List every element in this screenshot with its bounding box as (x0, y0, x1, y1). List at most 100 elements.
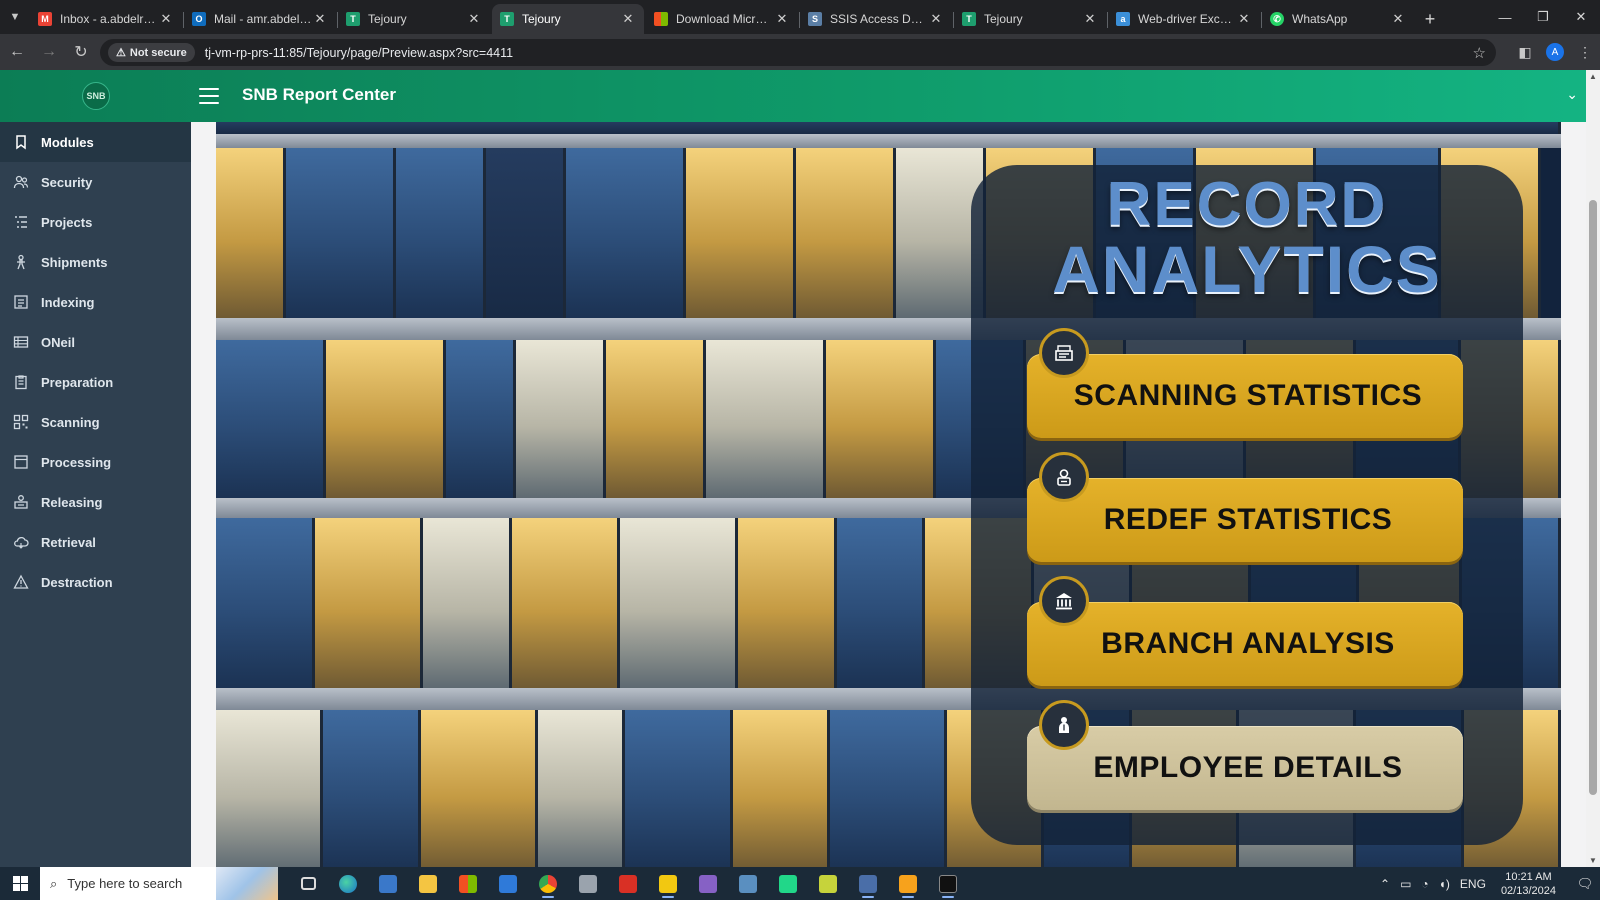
sidebar-item-label: Retrieval (41, 534, 96, 550)
close-tab-icon[interactable]: ✕ (774, 11, 790, 27)
sql-server-icon[interactable] (848, 867, 888, 900)
scroll-down-icon[interactable]: ▼ (1586, 856, 1600, 865)
address-bar[interactable]: ⚠ Not secure tj-vm-rp-prs-11:85/Tejoury/… (100, 39, 1496, 66)
new-tab-button[interactable]: + (1416, 4, 1444, 34)
close-tab-icon[interactable]: ✕ (1390, 11, 1406, 27)
back-icon[interactable]: ← (2, 37, 32, 67)
employee-details-button[interactable]: EMPLOYEE DETAILS (1027, 700, 1463, 810)
terminal-icon[interactable] (928, 867, 968, 900)
scrollbar-thumb[interactable] (1589, 200, 1597, 795)
page-scrollbar[interactable]: ▲ ▼ (1586, 70, 1600, 867)
windows-taskbar: ⌕ Type here to search ⌃ ▭ ◔ ◖) ENG 10:21… (0, 867, 1600, 900)
wifi-icon[interactable]: ◔ (1421, 877, 1428, 891)
network-icon[interactable]: ▭ (1400, 877, 1411, 891)
button-label: EMPLOYEE DETAILS (1093, 751, 1403, 784)
snipping-tool-icon[interactable] (888, 867, 928, 900)
sidebar-item-label: Shipments (41, 254, 108, 270)
sidebar-item-label: Security (41, 174, 93, 190)
browser-tab-tejoury-1[interactable]: T Tejoury ✕ (338, 4, 490, 34)
clock-date: 02/13/2024 (1500, 884, 1556, 897)
edge-icon[interactable] (328, 867, 368, 900)
close-tab-icon[interactable]: ✕ (312, 11, 328, 27)
sidebar-item-oneil[interactable]: ONeil (0, 322, 191, 362)
title-line-2: ANALYTICS (1052, 232, 1442, 307)
volume-icon[interactable]: ◖) (1439, 877, 1450, 891)
close-window-icon[interactable]: ✕ (1562, 0, 1600, 34)
sidebar-item-indexing[interactable]: Indexing (0, 282, 191, 322)
sidebar-item-projects[interactable]: Projects (0, 202, 191, 242)
browser-tab-mail[interactable]: O Mail - amr.abdelrahm ✕ (184, 4, 338, 34)
acrobat-icon[interactable] (608, 867, 648, 900)
sidebar: Modules Security Projects Shipments Inde… (0, 122, 191, 867)
button-label: BRANCH ANALYSIS (1101, 627, 1395, 660)
scroll-up-icon[interactable]: ▲ (1586, 72, 1600, 81)
gmail-icon: M (38, 12, 52, 26)
branch-analysis-button[interactable]: BRANCH ANALYSIS (1027, 576, 1463, 686)
browser-tab-web-driver[interactable]: a Web-driver Exception ✕ (1108, 4, 1262, 34)
redef-statistics-button[interactable]: REDEF STATISTICS (1027, 452, 1463, 562)
sidebar-item-scanning[interactable]: Scanning (0, 402, 191, 442)
language-indicator[interactable]: ENG (1460, 877, 1486, 891)
reload-icon[interactable]: ↻ (66, 37, 96, 67)
package-icon[interactable] (568, 867, 608, 900)
table-icon (12, 333, 30, 351)
sidebar-item-shipments[interactable]: Shipments (0, 242, 191, 282)
forward-icon[interactable]: → (34, 37, 64, 67)
scanning-statistics-button[interactable]: SCANNING STATISTICS (1027, 328, 1463, 438)
close-tab-icon[interactable]: ✕ (1082, 11, 1098, 27)
url-text[interactable]: tj-vm-rp-prs-11:85/Tejoury/page/Preview.… (205, 46, 513, 60)
chevron-up-icon[interactable]: ⌃ (1380, 877, 1390, 891)
store-icon[interactable] (448, 867, 488, 900)
browser-tab-inbox[interactable]: M Inbox - a.abdelrahma ✕ (30, 4, 184, 34)
app-title: SNB Report Center (242, 85, 396, 104)
browser-tab-whatsapp[interactable]: ✆ WhatsApp ✕ (1262, 4, 1414, 34)
sidebar-item-destraction[interactable]: Destraction (0, 562, 191, 602)
sidebar-item-security[interactable]: Security (0, 162, 191, 202)
network-app-icon[interactable] (728, 867, 768, 900)
ide-icon[interactable] (808, 867, 848, 900)
security-chip[interactable]: ⚠ Not secure (108, 43, 195, 62)
browser-tab-tejoury-2[interactable]: T Tejoury ✕ (954, 4, 1108, 34)
hamburger-menu-icon[interactable] (199, 88, 219, 104)
pycharm-icon[interactable] (768, 867, 808, 900)
chrome-icon[interactable] (528, 867, 568, 900)
sidebar-item-processing[interactable]: Processing (0, 442, 191, 482)
close-tab-icon[interactable]: ✕ (928, 11, 944, 27)
sidebar-item-label: Indexing (41, 294, 95, 310)
record-analytics-title: RECORD ANALYTICS (971, 173, 1523, 304)
minimize-icon[interactable]: — (1486, 0, 1524, 34)
mail-icon[interactable] (488, 867, 528, 900)
restore-icon[interactable]: ❐ (1524, 0, 1562, 34)
sidebar-item-releasing[interactable]: Releasing (0, 482, 191, 522)
close-tab-icon[interactable]: ✕ (466, 11, 482, 27)
browser-tab-tejoury-active[interactable]: T Tejoury ✕ (492, 4, 644, 34)
visual-studio-icon[interactable] (688, 867, 728, 900)
file-explorer-icon[interactable] (408, 867, 448, 900)
close-tab-icon[interactable]: ✕ (620, 11, 636, 27)
browser-tab-download-microsoft[interactable]: Download Microsoft ✕ (646, 4, 800, 34)
tab-title: Web-driver Exception (1138, 12, 1236, 26)
taskbar-clock[interactable]: 10:21 AM 02/13/2024 (1501, 870, 1556, 898)
bookmark-star-icon[interactable]: ☆ (1473, 44, 1486, 62)
browser-tab-ssis[interactable]: S SSIS Access Denied w ✕ (800, 4, 954, 34)
side-panel-icon[interactable]: ◧ (1510, 44, 1540, 61)
calculator-icon[interactable] (368, 867, 408, 900)
app-header: SNB SNB Report Center ⌄ (0, 70, 1600, 122)
taskbar-search-input[interactable]: ⌕ Type here to search (40, 867, 278, 900)
snb-logo[interactable]: SNB (82, 82, 110, 110)
close-tab-icon[interactable]: ✕ (158, 11, 174, 27)
more-menu-icon[interactable]: ⋮ (1570, 44, 1600, 61)
sidebar-item-retrieval[interactable]: Retrieval (0, 522, 191, 562)
chevron-down-icon[interactable]: ⌄ (1566, 86, 1578, 103)
cloud-icon (12, 533, 30, 551)
sidebar-item-preparation[interactable]: Preparation (0, 362, 191, 402)
sidebar-item-modules[interactable]: Modules (0, 122, 191, 162)
task-view-icon[interactable] (288, 867, 328, 900)
notification-icon[interactable]: 🗨 (1570, 867, 1600, 900)
windows-start-icon[interactable] (0, 867, 40, 900)
power-bi-icon[interactable] (648, 867, 688, 900)
close-tab-icon[interactable]: ✕ (1236, 11, 1252, 27)
profile-avatar[interactable]: A (1546, 43, 1564, 61)
tab-search-button[interactable]: ▼ (0, 0, 30, 34)
tab-title: Tejoury (368, 12, 407, 26)
